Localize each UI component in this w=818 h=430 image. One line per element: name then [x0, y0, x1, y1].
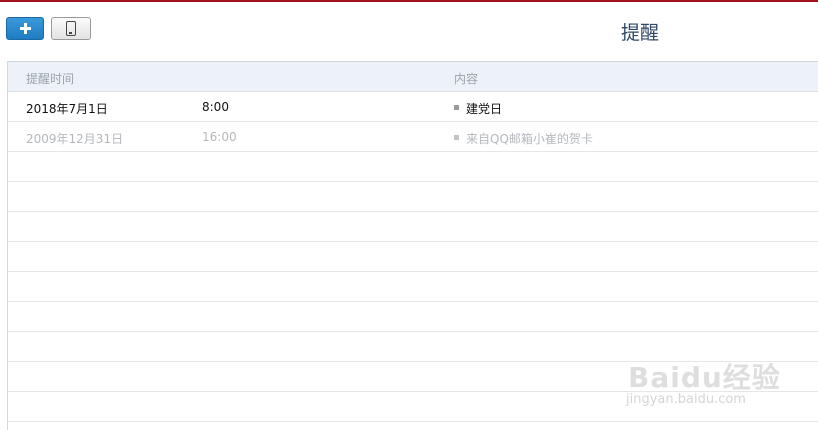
table-row[interactable]: 2009年12月31日 16:00 来自QQ邮箱小崔的贺卡 — [8, 122, 818, 152]
empty-row — [8, 212, 818, 242]
page-title: 提醒 — [620, 22, 659, 44]
watermark-logo: Baidu经验 — [628, 361, 781, 394]
table-header: 提醒时间 内容 — [8, 62, 818, 92]
empty-row — [8, 182, 818, 212]
reminder-time: 8:00 — [202, 100, 229, 114]
empty-row — [8, 272, 818, 302]
bullet-icon — [454, 105, 459, 110]
mobile-view-button[interactable] — [51, 17, 91, 40]
reminder-date: 2018年7月1日 — [26, 102, 108, 116]
watermark-url: jingyan.baidu.com — [626, 392, 746, 407]
bullet-icon — [454, 135, 459, 140]
reminder-content: 建党日 — [466, 102, 503, 116]
add-reminder-button[interactable] — [6, 17, 44, 40]
baidu-watermark: Baidu经验 jingyan.baidu.com — [622, 340, 782, 410]
column-header-time: 提醒时间 — [26, 72, 75, 86]
toolbar: 提醒 — [0, 2, 818, 60]
column-header-content: 内容 — [454, 72, 479, 86]
empty-row — [8, 152, 818, 182]
table-row[interactable]: 2018年7月1日 8:00 建党日 — [8, 92, 818, 122]
reminder-time: 16:00 — [202, 130, 237, 144]
mobile-phone-icon — [66, 21, 76, 36]
empty-row — [8, 302, 818, 332]
reminder-date: 2009年12月31日 — [26, 132, 124, 146]
empty-row — [8, 242, 818, 272]
reminder-content: 来自QQ邮箱小崔的贺卡 — [466, 132, 593, 146]
